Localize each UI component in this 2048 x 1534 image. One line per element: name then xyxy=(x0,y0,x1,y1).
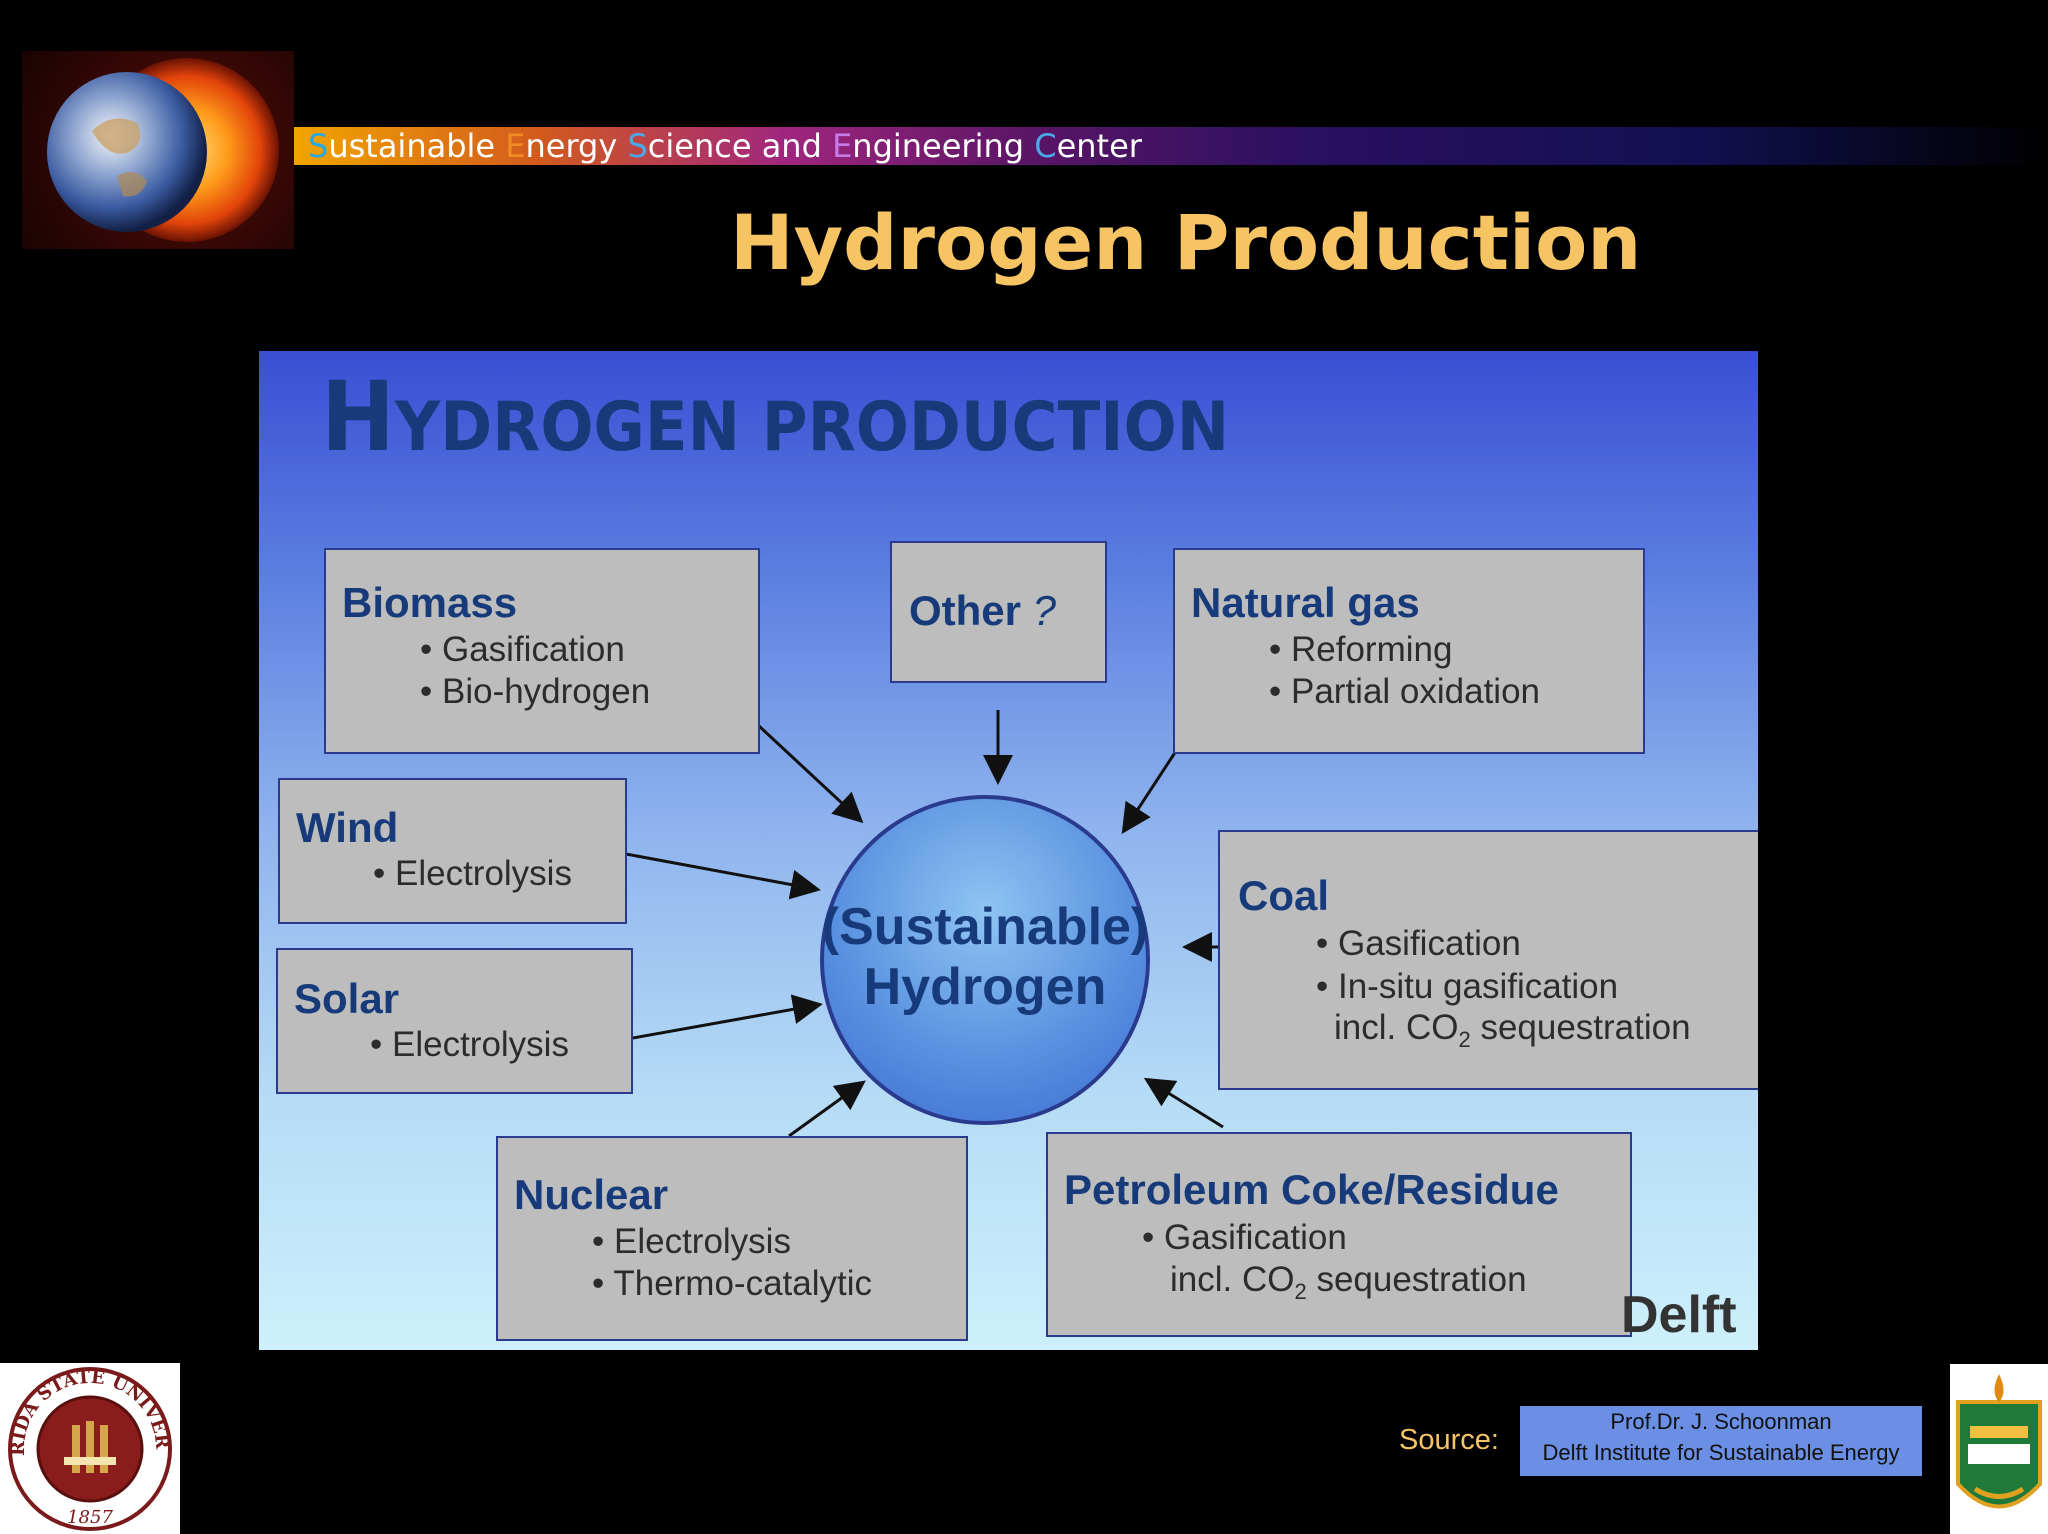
center-name: Sustainable Energy Science and Engineeri… xyxy=(308,127,1142,165)
petroleum-co2-subscript: 2 xyxy=(1294,1279,1307,1304)
petroleum-co2-line: incl. CO2 sequestration xyxy=(1170,1260,1527,1305)
arrow-wind xyxy=(625,852,821,900)
delft-watermark: Delft xyxy=(1621,1286,1737,1344)
source-institution: Delft Institute for Sustainable Energy xyxy=(1542,1440,1900,1465)
nuclear-item-1: • Electrolysis xyxy=(592,1222,791,1261)
svg-text:1857: 1857 xyxy=(67,1507,113,1528)
other-label: Other ? xyxy=(909,587,1056,635)
petroleum-co2-suffix: sequestration xyxy=(1306,1260,1527,1299)
arrow-solar xyxy=(632,994,823,1040)
figure-title-rest: YDROGEN PRODUCTION xyxy=(394,388,1230,467)
arrow-natural-gas xyxy=(1121,750,1178,835)
center-name-initial-2: S xyxy=(627,127,648,165)
center-name-word-3: ngineering xyxy=(852,127,1035,165)
source-author: Prof.Dr. J. Schoonman xyxy=(1610,1409,1832,1434)
famu-seal xyxy=(1950,1364,2048,1534)
hub-label-line2: Hydrogen xyxy=(863,958,1107,1016)
wind-label: Wind xyxy=(296,804,399,851)
biomass-label: Biomass xyxy=(342,579,518,626)
coal-item-2: • In-situ gasification xyxy=(1316,967,1619,1006)
natural-gas-item-2: • Partial oxidation xyxy=(1269,672,1541,711)
sun-earth-icon xyxy=(47,58,279,242)
solar-label: Solar xyxy=(294,975,400,1022)
fsu-seal: FLORIDA STATE UNIVERSITY 1857 xyxy=(0,1363,180,1534)
solar-item-1: • Electrolysis xyxy=(370,1025,569,1064)
coal-co2-suffix: sequestration xyxy=(1470,1008,1691,1047)
slide-title: Hydrogen Production xyxy=(730,198,1642,287)
petroleum-item-1: • Gasification xyxy=(1142,1218,1347,1257)
biomass-item-2: • Bio-hydrogen xyxy=(420,672,651,711)
center-name-word-1: nergy xyxy=(525,127,628,165)
natural-gas-item-1: • Reforming xyxy=(1269,630,1453,669)
center-name-word-4: enter xyxy=(1056,127,1142,165)
source-label: Source: xyxy=(1399,1424,1499,1456)
coal-co2-prefix: incl. CO xyxy=(1334,1008,1459,1047)
center-name-initial-3: E xyxy=(832,127,853,165)
petroleum-co2-prefix: incl. CO xyxy=(1170,1260,1295,1299)
center-name-word-2: cience and xyxy=(647,127,833,165)
coal-item-1: • Gasification xyxy=(1316,924,1521,963)
hydrogen-production-diagram: HYDROGEN PRODUCTION Biomass • Gasificati… xyxy=(259,351,1758,1350)
center-name-initial-0: S xyxy=(308,127,329,165)
sun-earth-logo xyxy=(22,51,294,249)
coal-co2-subscript: 2 xyxy=(1458,1027,1471,1052)
arrow-nuclear xyxy=(788,1080,866,1138)
coal-co2-line: incl. CO2 sequestration xyxy=(1334,1008,1691,1053)
petroleum-label: Petroleum Coke/Residue xyxy=(1064,1166,1559,1213)
figure-title-initial: H xyxy=(321,361,395,473)
coal-label: Coal xyxy=(1238,872,1330,919)
other-suffix: ? xyxy=(1021,587,1057,634)
arrow-biomass xyxy=(757,724,864,824)
center-name-initial-1: E xyxy=(505,127,526,165)
famu-seal-icon xyxy=(1956,1374,2042,1509)
hub-label-line1: (Sustainable) xyxy=(821,898,1149,956)
center-name-word-0: ustainable xyxy=(328,127,506,165)
natural-gas-label: Natural gas xyxy=(1191,579,1420,626)
fsu-seal-icon: FLORIDA STATE UNIVERSITY 1857 xyxy=(0,1363,172,1531)
arrow-petroleum xyxy=(1143,1077,1224,1129)
other-name: Other xyxy=(909,587,1022,634)
wind-item-1: • Electrolysis xyxy=(373,854,572,893)
biomass-item-1: • Gasification xyxy=(420,630,625,669)
figure-title: HYDROGEN PRODUCTION xyxy=(321,361,1229,473)
nuclear-label: Nuclear xyxy=(514,1171,669,1218)
nuclear-item-2: • Thermo-catalytic xyxy=(592,1264,873,1303)
center-name-initial-4: C xyxy=(1034,127,1057,165)
